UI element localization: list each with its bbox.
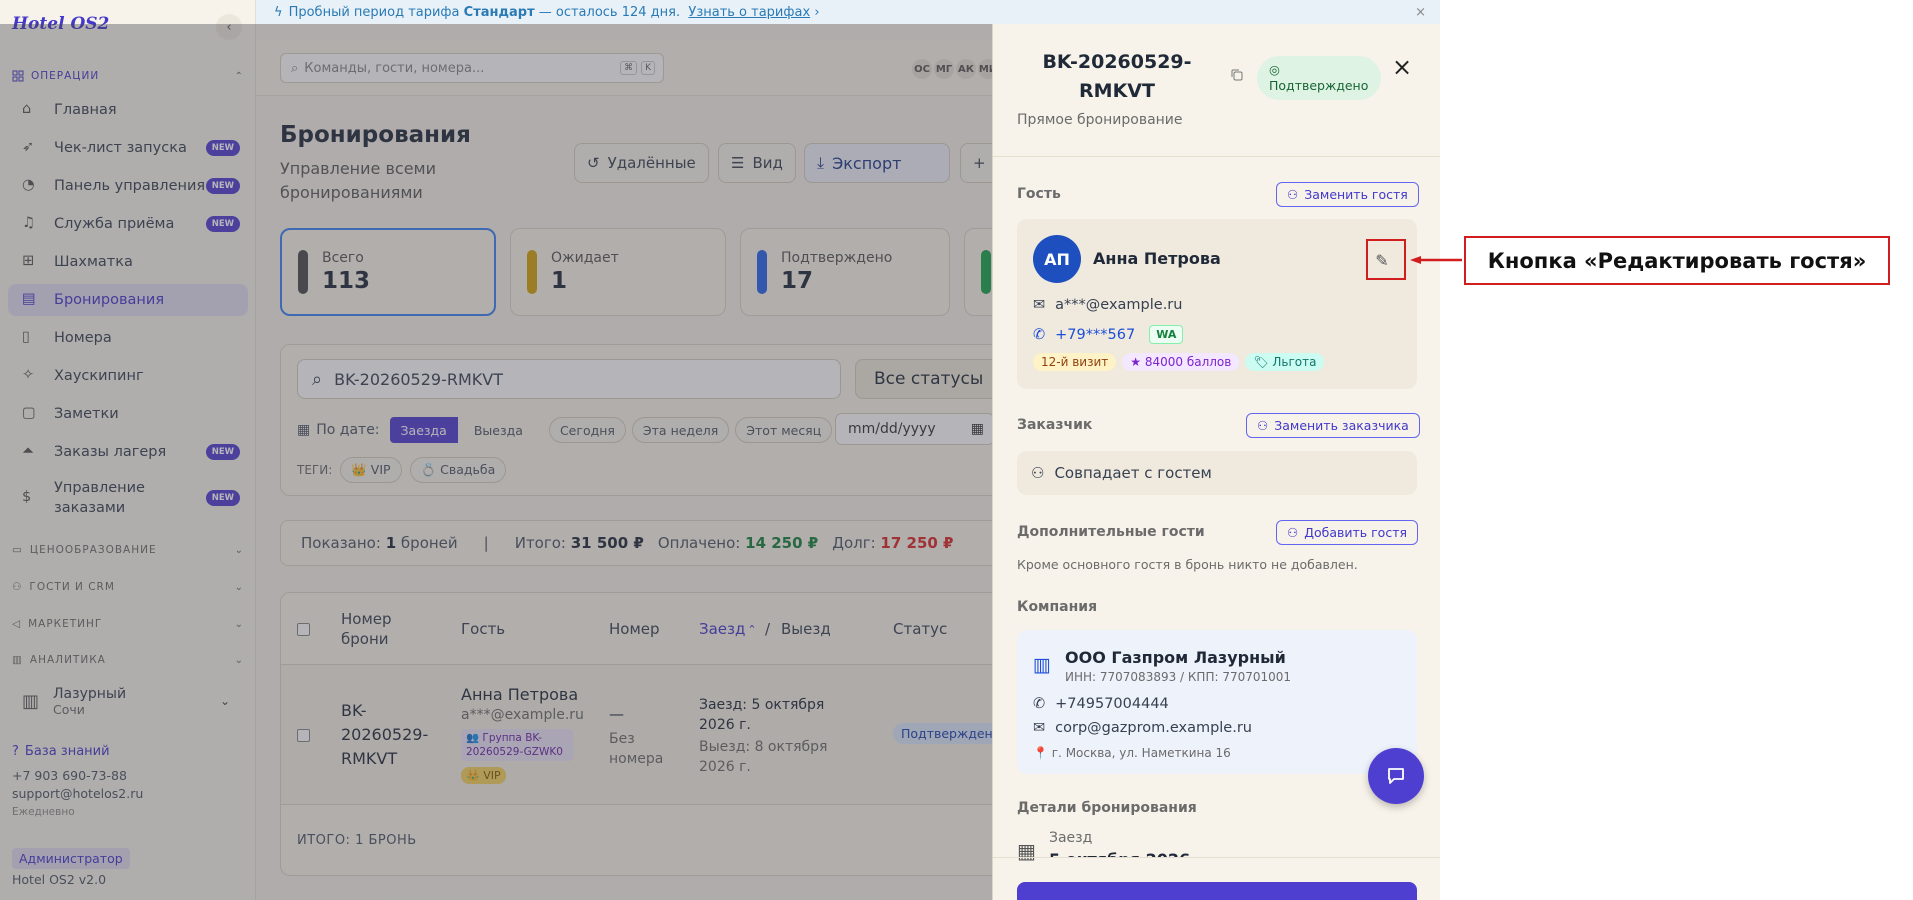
drawer-footer-divider [993, 857, 1440, 858]
replace-guest-button[interactable]: ⚇ Заменить гостя [1276, 182, 1419, 207]
user-icon: ⚇ [1031, 464, 1045, 482]
checkin-label: Заезд [1049, 830, 1093, 846]
guest-email: a***@example.ru [1055, 297, 1183, 313]
annotation-label: Кнопка «Редактировать гостя» [1464, 236, 1890, 285]
copy-icon[interactable] [1230, 68, 1244, 82]
annotation-highlight [1366, 239, 1406, 280]
guest-name[interactable]: Анна Петрова [1093, 249, 1221, 268]
company-email: corp@gazprom.example.ru [1055, 720, 1252, 736]
company-phone: +74957004444 [1055, 696, 1169, 712]
replace-customer-button[interactable]: ⚇ Заменить заказчика [1246, 413, 1420, 438]
points-chip: ★ 84000 баллов [1122, 353, 1240, 371]
customer-section-label: Заказчик [1017, 417, 1093, 433]
status-text: Подтверждено [1269, 78, 1369, 93]
chevron-right-icon: › [814, 4, 820, 20]
status-badge: ◎ Подтверждено [1257, 56, 1381, 100]
button-label: Заменить гостя [1304, 187, 1408, 202]
trial-remaining: — осталось 124 дня. [538, 4, 681, 20]
check-circle-icon: ◎ [1269, 62, 1280, 77]
user-icon: ⚇ [1287, 525, 1299, 540]
user-icon: ⚇ [1257, 418, 1269, 433]
user-icon: ⚇ [1287, 187, 1299, 202]
chat-icon [1388, 768, 1404, 784]
drawer-primary-button[interactable] [1017, 882, 1417, 900]
add-guest-button[interactable]: ⚇ Добавить гостя [1276, 520, 1419, 545]
guest-card: АП Анна Петрова ✎ ✉ a***@example.ru ✆ +79*… [1017, 219, 1417, 389]
guest-email-line: ✉ a***@example.ru [1033, 297, 1182, 313]
close-icon: × [1391, 53, 1413, 81]
guest-chips: 12-й визит ★ 84000 баллов 🏷 Льгота [1033, 353, 1325, 371]
trial-plan: Стандарт [463, 4, 535, 20]
button-label: Добавить гостя [1304, 525, 1408, 540]
company-name[interactable]: ООО Газпром Лазурный [1065, 648, 1286, 667]
chat-button[interactable] [1368, 748, 1424, 804]
extra-guests-label: Дополнительные гости [1017, 524, 1205, 540]
close-button[interactable]: × [1389, 53, 1415, 81]
drawer-title: BK-20260529-RMKVT [1042, 51, 1192, 102]
trial-link[interactable]: Узнать о тарифах [688, 5, 810, 20]
drawer-header: BK-20260529-RMKVT ◎ Подтверждено × Прямое… [993, 24, 1440, 157]
phone-icon: ✆ [1033, 696, 1046, 712]
trial-banner: ϟ Пробный период тарифа Стандарт — остал… [256, 0, 1440, 24]
company-section-label: Компания [1017, 599, 1098, 615]
guest-phone-line[interactable]: ✆ +79***567 WA [1033, 325, 1184, 344]
company-phone-line[interactable]: ✆ +74957004444 [1033, 696, 1169, 712]
trial-close-icon[interactable]: × [1415, 5, 1426, 20]
company-email-line[interactable]: ✉ corp@gazprom.example.ru [1033, 720, 1252, 736]
customer-card: ⚇ Совпадает с гостем [1017, 451, 1417, 495]
building-icon: ▥ [1033, 654, 1051, 676]
mail-icon: ✉ [1033, 297, 1046, 313]
company-address: 📍 г. Москва, ул. Наметкина 16 [1033, 746, 1231, 760]
guest-phone[interactable]: +79***567 [1055, 327, 1135, 343]
guest-section-label: Гость [1017, 186, 1061, 202]
lightning-icon: ϟ [274, 4, 283, 20]
benefit-chip: 🏷 Льгота [1245, 353, 1325, 371]
details-section-label: Детали бронирования [1017, 800, 1197, 816]
customer-value: Совпадает с гостем [1054, 464, 1212, 482]
whatsapp-badge[interactable]: WA [1149, 325, 1184, 344]
company-card: ▥ ООО Газпром Лазурный ИНН: 7707083893 /… [1017, 630, 1417, 774]
phone-icon: ✆ [1033, 326, 1046, 343]
calendar-icon: ▦ [1017, 839, 1036, 863]
button-label: Заменить заказчика [1274, 418, 1409, 433]
trial-text: Пробный период тарифа [288, 4, 460, 20]
extra-guests-note: Кроме основного гостя в бронь никто не д… [1017, 557, 1358, 572]
mail-icon: ✉ [1033, 720, 1046, 736]
annotation-arrow [1410, 256, 1462, 264]
guest-avatar: АП [1033, 235, 1081, 283]
company-ids: ИНН: 7707083893 / КПП: 770701001 [1065, 670, 1292, 684]
visit-chip: 12-й визит [1033, 353, 1117, 371]
drawer-subtitle: Прямое бронирование [1017, 112, 1183, 128]
